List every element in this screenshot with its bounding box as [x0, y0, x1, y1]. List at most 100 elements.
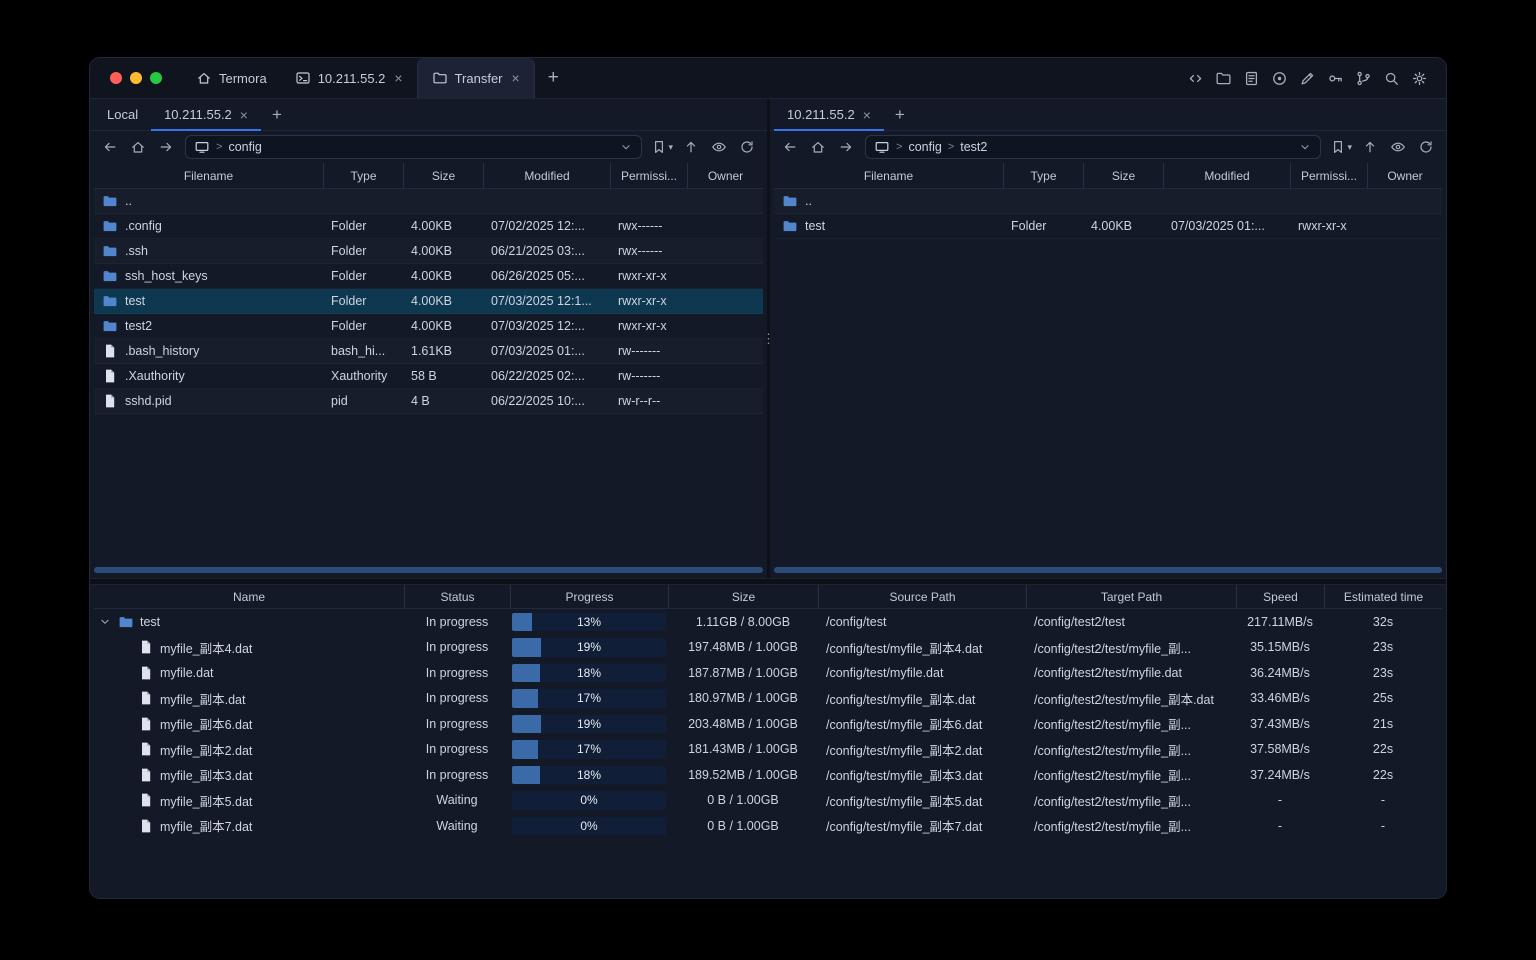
breadcrumb-item-config[interactable]: config	[228, 140, 261, 154]
new-file-tab-button-left[interactable]: +	[261, 99, 293, 130]
column-header-permissi[interactable]: Permissi...	[1290, 163, 1367, 188]
transfer-row[interactable]: myfile_副本6.dat In progress 19% 203.48MB / 1…	[94, 711, 1442, 737]
code-icon[interactable]	[1187, 70, 1204, 87]
file-row[interactable]: test Folder 4.00KB 07/03/2025 12:1... rwxr-x…	[94, 289, 763, 314]
file-size-cell	[1083, 189, 1163, 213]
terminal-icon	[295, 70, 311, 86]
file-row[interactable]: ssh_host_keys Folder 4.00KB 06/26/2025 05:.…	[94, 264, 763, 289]
collapse-icon[interactable]	[98, 615, 112, 629]
column-header-type[interactable]: Type	[1003, 163, 1083, 188]
file-tab-local-left[interactable]: Local	[94, 99, 151, 130]
back-button-left[interactable]	[97, 135, 123, 159]
column-header-size[interactable]: Size	[668, 585, 818, 608]
file-row[interactable]: test2 Folder 4.00KB 07/03/2025 12:... rwxr-x…	[94, 314, 763, 339]
column-header-filename[interactable]: Filename	[774, 163, 1003, 188]
close-tab-icon[interactable]: ×	[512, 71, 520, 85]
record-icon[interactable]	[1271, 70, 1288, 87]
column-header-type[interactable]: Type	[323, 163, 403, 188]
file-tab-10-211-55-2-left[interactable]: 10.211.55.2 ×	[151, 99, 261, 131]
file-row[interactable]: test Folder 4.00KB 07/03/2025 01:... rwxr-xr…	[774, 214, 1442, 239]
path-combobox-left[interactable]: > config	[185, 135, 643, 159]
column-header-permissi[interactable]: Permissi...	[610, 163, 687, 188]
file-row[interactable]: .Xauthority Xauthority 58 B 06/22/2025 02:.…	[94, 364, 763, 389]
zoom-window-button[interactable]	[150, 72, 162, 84]
refresh-button-left[interactable]	[734, 135, 760, 159]
branch-icon[interactable]	[1355, 70, 1372, 87]
column-header-filename[interactable]: Filename	[94, 163, 323, 188]
column-header-owner[interactable]: Owner	[1367, 163, 1442, 188]
column-header-name[interactable]: Name	[94, 585, 404, 608]
transfer-row[interactable]: myfile_副本5.dat Waiting 0% 0 B / 1.00GB/conf…	[94, 788, 1442, 814]
refresh-button-right[interactable]	[1413, 135, 1439, 159]
app-tab-transfer[interactable]: Transfer ×	[416, 58, 535, 98]
column-header-owner[interactable]: Owner	[687, 163, 763, 188]
column-header-status[interactable]: Status	[404, 585, 510, 608]
transfer-row[interactable]: myfile_副本2.dat In progress 17% 181.43MB / 1…	[94, 737, 1442, 763]
horizontal-scrollbar-left[interactable]	[94, 567, 763, 573]
home-icon	[130, 139, 146, 155]
parent-directory-button-right[interactable]	[1357, 135, 1383, 159]
file-row[interactable]: sshd.pid pid 4 B 06/22/2025 10:... rw-r--r--	[94, 389, 763, 414]
bookmark-dropdown-icon[interactable]: ▾	[668, 142, 673, 153]
forward-button-right[interactable]	[833, 135, 859, 159]
file-row[interactable]: ..	[94, 189, 763, 214]
transfer-row[interactable]: myfile_副本3.dat In progress 18% 189.52MB / 1…	[94, 762, 1442, 788]
column-header-estimated-time[interactable]: Estimated time	[1324, 585, 1442, 608]
file-name: ssh_host_keys	[125, 269, 208, 283]
column-header-size[interactable]: Size	[1083, 163, 1163, 188]
home-button-left[interactable]	[125, 135, 151, 159]
transfer-row[interactable]: myfile.dat In progress 18% 187.87MB / 1.00G…	[94, 660, 1442, 686]
path-combobox-right[interactable]: > config > test2	[865, 135, 1322, 159]
column-header-modified[interactable]: Modified	[1163, 163, 1290, 188]
transfer-row[interactable]: myfile_副本.dat In progress 17% 180.97MB / 1.…	[94, 686, 1442, 712]
column-header-progress[interactable]: Progress	[510, 585, 668, 608]
file-row[interactable]: .config Folder 4.00KB 07/02/2025 12:... rwx-…	[94, 214, 763, 239]
column-header-modified[interactable]: Modified	[483, 163, 610, 188]
file-tab-10-211-55-2-right[interactable]: 10.211.55.2 ×	[774, 99, 884, 131]
close-tab-icon[interactable]: ×	[863, 108, 871, 122]
chevron-down-icon[interactable]	[619, 140, 633, 154]
horizontal-scrollbar-right[interactable]	[774, 567, 1442, 573]
close-tab-icon[interactable]: ×	[394, 71, 402, 85]
new-file-tab-button-right[interactable]: +	[884, 99, 916, 130]
bookmark-button-right[interactable]: ▾	[1327, 139, 1355, 155]
folder_o-icon[interactable]	[1215, 70, 1232, 87]
bookmark-button-left[interactable]: ▾	[648, 139, 676, 155]
transfer-row[interactable]: test In progress 13% 1.11GB / 8.00GB/config…	[94, 609, 1442, 635]
bookmark-dropdown-icon[interactable]: ▾	[1347, 142, 1352, 153]
forward-button-left[interactable]	[153, 135, 179, 159]
file-table-header-right: Filename Type Size Modified Permissi... Owner	[774, 163, 1442, 189]
parent-directory-button-left[interactable]	[678, 135, 704, 159]
file-row[interactable]: ..	[774, 189, 1442, 214]
app-tab-10-211-55-2[interactable]: 10.211.55.2 ×	[281, 58, 417, 98]
gear-icon[interactable]	[1411, 70, 1428, 87]
transfer-row[interactable]: myfile_副本7.dat Waiting 0% 0 B / 1.00GB/conf…	[94, 813, 1442, 839]
transfer-row[interactable]: myfile_副本4.dat In progress 19% 197.48MB / 1…	[94, 635, 1442, 661]
column-header-size[interactable]: Size	[403, 163, 483, 188]
show-hidden-files-button-left[interactable]	[706, 135, 732, 159]
show-hidden-files-button-right[interactable]	[1385, 135, 1411, 159]
back-button-right[interactable]	[777, 135, 803, 159]
doc-icon[interactable]	[1243, 70, 1260, 87]
home-button-right[interactable]	[805, 135, 831, 159]
minimize-window-button[interactable]	[130, 72, 142, 84]
close-window-button[interactable]	[110, 72, 122, 84]
breadcrumb-item-config[interactable]: config	[908, 140, 941, 154]
horizontal-splitter[interactable]: •••	[90, 578, 1446, 595]
breadcrumb-item-test2[interactable]: test2	[960, 140, 987, 154]
search-icon[interactable]	[1383, 70, 1400, 87]
app-tab-termora[interactable]: Termora	[182, 58, 281, 98]
file-row[interactable]: .bash_history bash_hi... 1.61KB 07/03/2025 …	[94, 339, 763, 364]
close-tab-icon[interactable]: ×	[240, 108, 248, 122]
file-row[interactable]: .ssh Folder 4.00KB 06/21/2025 03:... rwx----…	[94, 239, 763, 264]
key-icon[interactable]	[1327, 70, 1344, 87]
file-owner-cell	[1367, 214, 1442, 238]
file-size-cell: 4.00KB	[1091, 219, 1133, 233]
chevron-down-icon[interactable]	[1298, 140, 1312, 154]
edit-icon[interactable]	[1299, 70, 1316, 87]
column-header-speed[interactable]: Speed	[1236, 585, 1324, 608]
new-app-tab-button[interactable]: +	[535, 58, 572, 98]
column-header-target-path[interactable]: Target Path	[1026, 585, 1236, 608]
column-header-source-path[interactable]: Source Path	[818, 585, 1026, 608]
transfer-progress: 19%	[510, 635, 668, 661]
